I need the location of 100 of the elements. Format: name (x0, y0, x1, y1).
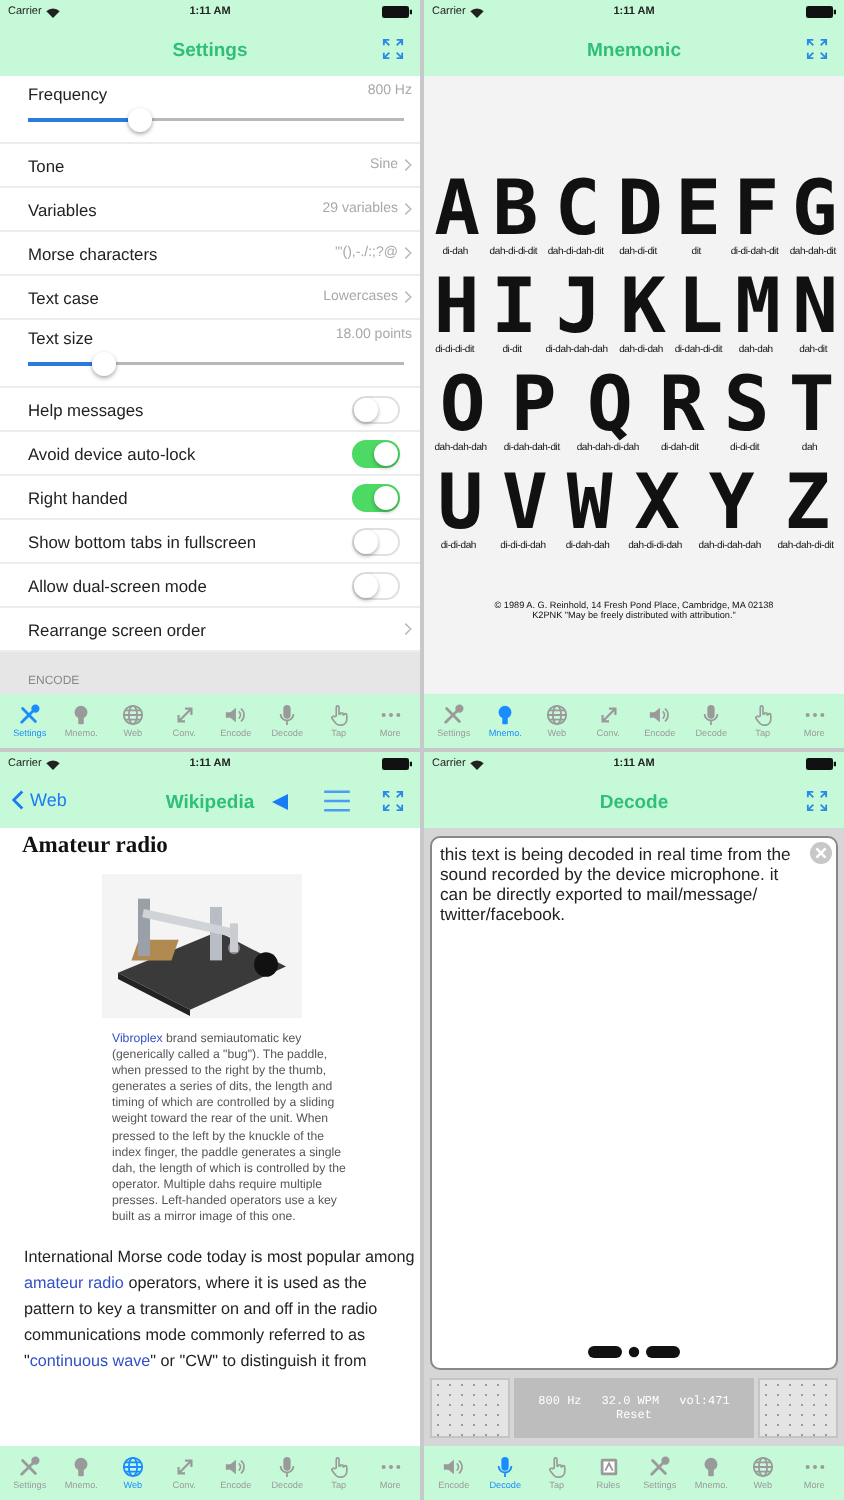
mnemonic-letter: M (734, 268, 777, 344)
wifi-icon (469, 759, 484, 769)
article-link[interactable]: amateur radio (24, 1274, 124, 1293)
setting-label: Tone (28, 155, 65, 175)
hand-icon (327, 1456, 350, 1478)
mnemonic-letter: H (433, 268, 476, 344)
setting-label: Frequency (28, 84, 108, 104)
battery-icon (382, 758, 412, 770)
battery-icon (382, 6, 412, 18)
mnemonic-letter: J (555, 268, 598, 344)
setting-label: Morse characters (28, 243, 158, 263)
tools-icon (442, 704, 465, 726)
microphone-icon (276, 1456, 299, 1478)
battery-icon (806, 6, 836, 18)
toggle-switch[interactable] (352, 571, 400, 599)
globe-icon (121, 704, 144, 726)
back-button[interactable]: Web (12, 790, 67, 810)
chevron-right-icon (404, 158, 412, 172)
mnemonic-letter: D (617, 170, 659, 246)
mnemonic-letter: G (791, 170, 834, 246)
toggle-switch[interactable] (352, 483, 400, 511)
mnemonic-letter: C (554, 170, 597, 246)
battery-icon (806, 758, 836, 770)
setting-label[interactable]: Rearrange screen order (28, 619, 206, 639)
screen-title: Decode (599, 791, 669, 813)
mnemonic-letter: S (723, 366, 766, 442)
morse-signal-drawing (588, 1346, 680, 1358)
play-icon[interactable] (272, 794, 288, 810)
tools-icon (18, 704, 41, 726)
setting-label: Variables (28, 199, 97, 219)
lightbulb-icon (494, 704, 517, 726)
chevron-right-icon (404, 622, 412, 636)
speaker-icon (224, 704, 247, 726)
decoded-text: this text is being decoded in real time from the sound recorded by the device microphone. it can be directly exported to mail/message/ twitter/facebook. (440, 844, 793, 924)
mnemonic-letter: O (439, 366, 482, 442)
screen-title: Settings (172, 39, 248, 61)
chevron-right-icon (404, 202, 412, 216)
expand-icon[interactable] (806, 790, 828, 812)
hand-icon (327, 704, 350, 726)
setting-label: Right handed (28, 487, 128, 507)
setting-label: Text case (28, 287, 99, 307)
mnemonic-letter: F (733, 170, 776, 246)
setting-label: Text size (28, 328, 94, 348)
hand-icon (545, 1456, 568, 1478)
setting-label: Avoid device auto-lock (28, 443, 196, 463)
setting-label: Help messages (28, 399, 144, 419)
globe-icon (121, 1456, 144, 1478)
mnemonic-letter: V (502, 464, 544, 540)
article-link[interactable]: continuous wave (29, 1352, 151, 1371)
mnemonic-letter: R (658, 366, 701, 442)
expand-icon[interactable] (382, 38, 404, 60)
screen-title: Mnemonic (587, 39, 681, 61)
expand-icon[interactable] (382, 790, 404, 812)
mnemonic-letter: X (634, 464, 676, 540)
mnemonic-letter: P (510, 366, 553, 442)
wifi-icon (469, 7, 484, 17)
mnemonic-letter: U (437, 464, 480, 540)
card-icon (597, 1456, 620, 1478)
arrows-icon (597, 704, 620, 726)
decoded-text-area[interactable]: this text is being decoded in real time from the sound recorded by the device microphone. it can be directly exported to mail/message/ twitter/facebook. (430, 836, 838, 1370)
wifi-icon (45, 759, 60, 769)
chevron-right-icon (404, 246, 412, 260)
slider-thumb[interactable] (128, 108, 153, 132)
mnemonic-letter: B (492, 170, 535, 246)
clear-icon[interactable] (810, 842, 832, 864)
toggle-switch[interactable] (352, 439, 400, 467)
mnemonic-letter: A (434, 170, 476, 246)
chevron-left-icon (12, 790, 24, 810)
mnemonic-letter: Q (586, 366, 629, 442)
dotted-pad[interactable] (430, 1378, 510, 1438)
arrows-icon (173, 1456, 196, 1478)
article-heading: Amateur radio (22, 834, 168, 858)
slider-thumb[interactable] (91, 352, 116, 376)
speaker-icon (648, 704, 671, 726)
mnemonic-letter: T (788, 366, 831, 442)
globe-icon (751, 1456, 774, 1478)
mnemonic-letter: I (491, 268, 533, 344)
globe-icon (545, 704, 568, 726)
hand-icon (751, 704, 774, 726)
mnemonic-letter: K (620, 268, 662, 344)
microphone-icon (700, 704, 723, 726)
mnemonic-letter: Z (784, 464, 827, 540)
lightbulb-icon (70, 1456, 93, 1478)
microphone-icon (276, 704, 299, 726)
chevron-right-icon (404, 290, 412, 304)
mnemonic-letter: N (792, 268, 835, 344)
wifi-icon (45, 7, 60, 17)
expand-icon[interactable] (806, 38, 828, 60)
speaker-icon (224, 1456, 247, 1478)
setting-label: Show bottom tabs in fullscreen (28, 531, 257, 551)
tools-icon (648, 1456, 671, 1478)
toggle-switch[interactable] (352, 527, 400, 555)
lightbulb-icon (70, 704, 93, 726)
microphone-icon (494, 1456, 517, 1478)
list-icon[interactable] (324, 790, 350, 812)
speaker-icon (442, 1456, 465, 1478)
dotted-pad[interactable] (758, 1378, 838, 1438)
article-paragraph: International Morse code today is most popular among amateur radio operators, where it is used as the pattern to key a transmitter on and off in the radio communications mode commonly referred to as "continuous wave" or "CW" to distinguish it from (24, 1246, 416, 1375)
toggle-switch[interactable] (352, 395, 400, 423)
tools-icon (18, 1456, 41, 1478)
